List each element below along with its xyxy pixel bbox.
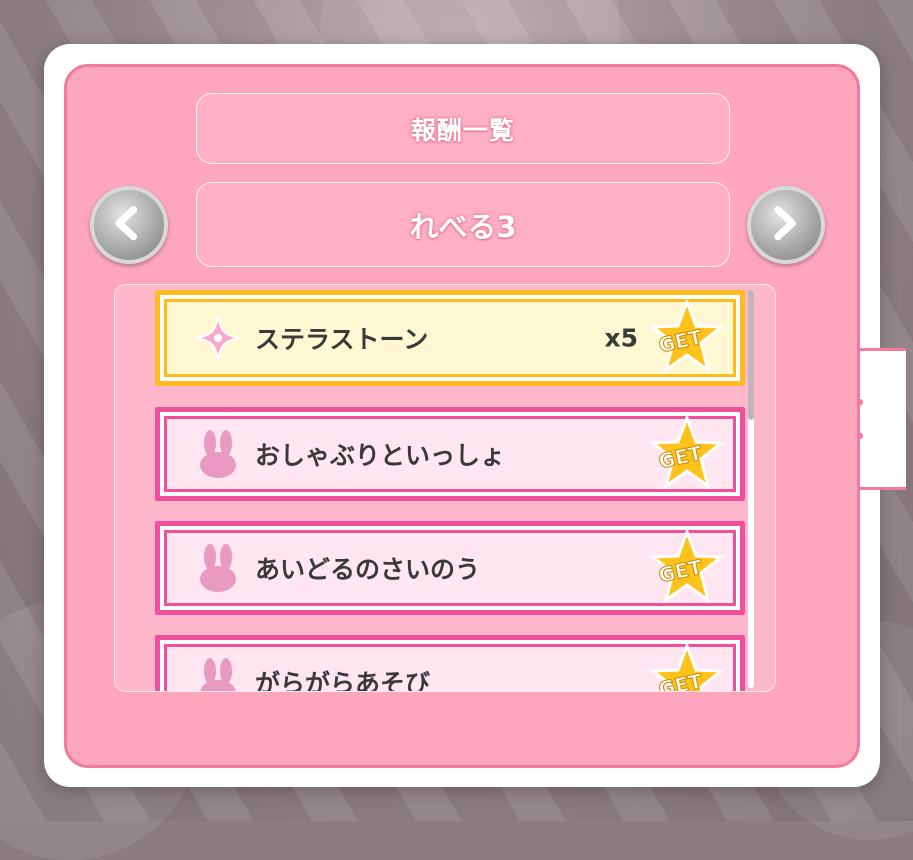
reward-name: おしゃぶりといっしょ xyxy=(255,441,506,470)
star-badge-icon: GET xyxy=(648,527,726,604)
sparkle-star-icon xyxy=(194,314,242,362)
reward-item[interactable]: あいどるのさいのう GET xyxy=(155,521,745,615)
bunny-icon xyxy=(200,430,236,478)
chevron-left-icon xyxy=(115,206,138,241)
reward-quantity: x5 xyxy=(604,323,638,353)
get-badge[interactable]: GET xyxy=(643,641,726,691)
reward-list-scrollbar[interactable] xyxy=(748,290,754,688)
reward-name: あいどるのさいのう xyxy=(255,555,481,584)
star-badge-icon: GET xyxy=(648,641,726,691)
next-level-button[interactable] xyxy=(747,186,825,264)
reward-name: ステラストーン xyxy=(255,325,429,354)
reward-item[interactable]: ステラストーン x5 GET xyxy=(155,290,745,386)
bunny-icon xyxy=(200,658,236,691)
star-badge-icon: GET xyxy=(648,413,726,490)
star-badge-icon: GET xyxy=(648,297,726,374)
reward-item[interactable]: おしゃぶりといっしょ GET xyxy=(155,407,745,501)
get-badge[interactable]: GET xyxy=(643,527,726,606)
level-label: れべる3 xyxy=(196,182,730,267)
chevron-right-icon xyxy=(774,206,796,241)
reward-list[interactable]: ステラストーン x5 GET おしゃぶりといっしょ GET あいどるのさいのう … xyxy=(114,284,776,692)
scroll-thumb[interactable] xyxy=(748,290,754,420)
previous-level-button[interactable] xyxy=(90,186,168,264)
get-badge[interactable]: GET xyxy=(643,297,726,376)
dialog-title: 報酬一覧 xyxy=(196,93,730,164)
bunny-icon xyxy=(200,544,236,592)
reward-item[interactable]: がらがらあそび GET xyxy=(155,635,745,692)
reward-name: がらがらあそび xyxy=(255,669,431,692)
get-badge[interactable]: GET xyxy=(643,413,726,492)
